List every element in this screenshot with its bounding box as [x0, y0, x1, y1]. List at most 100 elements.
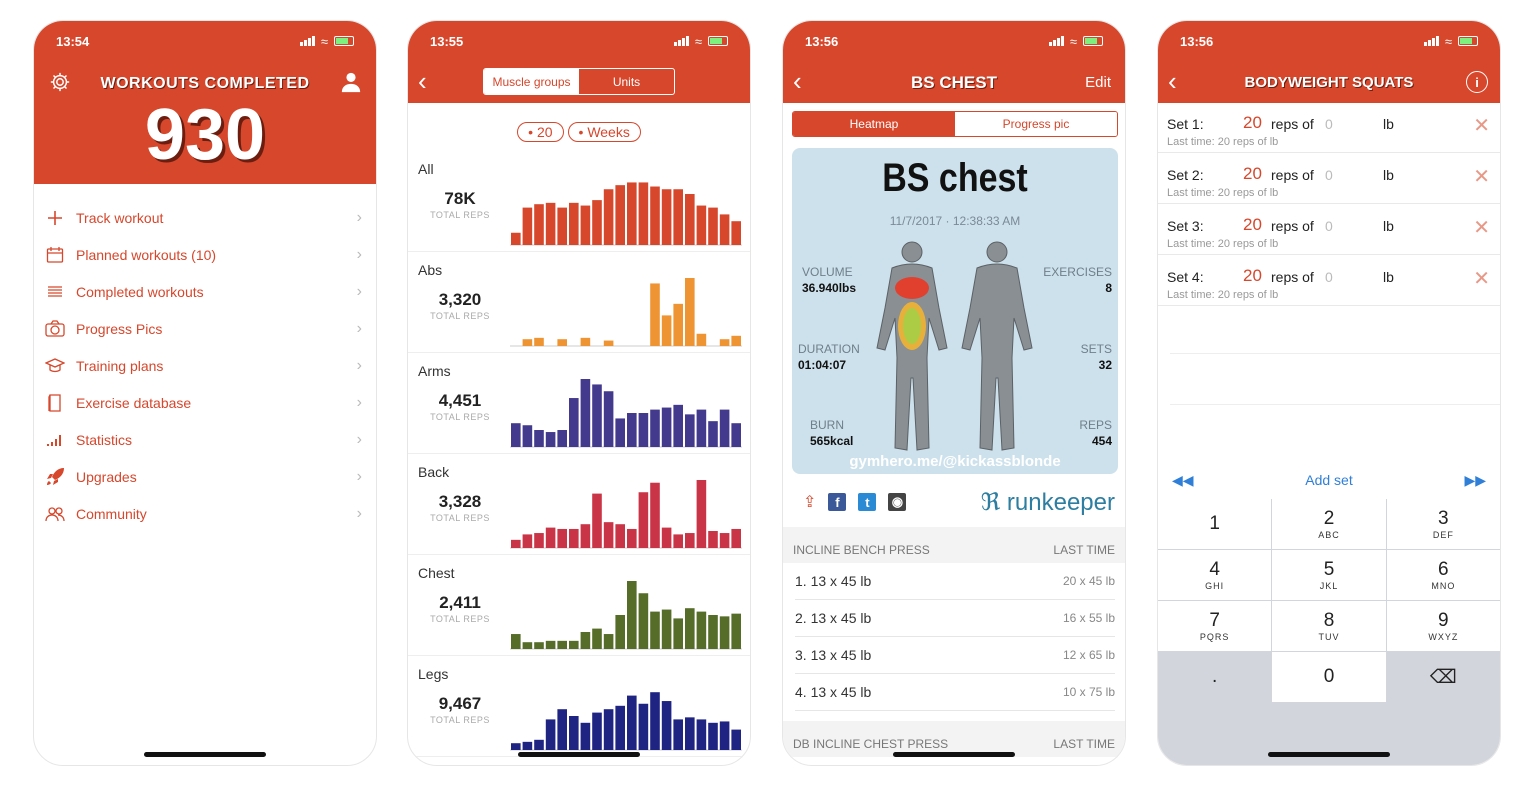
- delete-set-icon[interactable]: ✕: [1473, 113, 1490, 138]
- runkeeper-logo[interactable]: ℜ runkeeper: [981, 488, 1115, 517]
- muscle-group-name: Abs: [418, 262, 443, 278]
- home-indicator: [893, 752, 1015, 757]
- rewind-icon[interactable]: ◀◀: [1172, 472, 1194, 489]
- menu-item[interactable]: Completed workouts ›: [34, 273, 376, 310]
- total-reps-value: 78K: [444, 189, 476, 208]
- exercise-set-row[interactable]: 4. 13 x 45 lb 10 x 75 lb: [795, 674, 1115, 711]
- muscle-chart-row[interactable]: Back 3,328 TOTAL REPS: [408, 454, 750, 555]
- exercise-set-row[interactable]: 1. 13 x 45 lb 20 x 45 lb: [795, 563, 1115, 600]
- chart-bar: [673, 404, 683, 447]
- stat-duration: DURATION 01:04:07: [798, 342, 860, 372]
- section-header-incline-bench: INCLINE BENCH PRESS LAST TIME: [783, 527, 1125, 563]
- menu-item-label: Planned workouts (10): [76, 246, 217, 263]
- key-number: 1: [1209, 513, 1220, 534]
- keypad-key[interactable]: .: [1158, 652, 1272, 702]
- period-unit-pill[interactable]: • Weeks: [567, 122, 641, 142]
- muscle-chart-row[interactable]: Legs 9,467 TOTAL REPS: [408, 656, 750, 757]
- twitter-icon[interactable]: t: [858, 493, 877, 511]
- share-icon[interactable]: ⇪: [803, 492, 816, 512]
- status-icons: ≈: [1423, 34, 1478, 49]
- muscle-chart-row[interactable]: Arms 4,451 TOTAL REPS: [408, 353, 750, 454]
- chart-bar: [731, 335, 741, 346]
- tab-muscle-groups[interactable]: Muscle groups: [484, 69, 579, 94]
- chart-bar: [534, 204, 544, 245]
- menu-item[interactable]: Statistics ›: [34, 421, 376, 458]
- muscle-chart-row[interactable]: Abs 3,320 TOTAL REPS: [408, 252, 750, 353]
- tab-units[interactable]: Units: [579, 69, 674, 94]
- keypad-key[interactable]: 4 GHI: [1158, 550, 1272, 600]
- delete-set-icon[interactable]: ✕: [1473, 215, 1490, 240]
- keypad-key[interactable]: 8 TUV: [1272, 601, 1386, 651]
- chart-bar: [719, 339, 730, 346]
- back-chevron-icon[interactable]: ‹: [418, 68, 427, 94]
- menu-item[interactable]: Planned workouts (10) ›: [34, 236, 376, 273]
- keypad-key[interactable]: 1: [1158, 499, 1272, 549]
- muscle-chart-row[interactable]: Chest 2,411 TOTAL REPS: [408, 555, 750, 656]
- reps-input[interactable]: 20: [1243, 215, 1262, 235]
- menu-item[interactable]: Upgrades ›: [34, 458, 376, 495]
- backspace-key[interactable]: ⌫: [1386, 652, 1500, 702]
- period-count-pill[interactable]: • 20: [517, 122, 564, 142]
- keypad-key[interactable]: 6 MNO: [1386, 550, 1500, 600]
- battery-icon: [334, 36, 354, 46]
- exercise-set-row[interactable]: 3. 13 x 45 lb 12 x 65 lb: [795, 637, 1115, 674]
- chart-bar: [719, 409, 730, 447]
- chart-bar: [719, 616, 730, 649]
- muscle-group-name: Chest: [418, 565, 455, 581]
- set-label: Set 4:: [1167, 269, 1204, 285]
- menu-item-label: Community: [76, 505, 147, 522]
- delete-set-icon[interactable]: ✕: [1473, 266, 1490, 291]
- reps-input[interactable]: 20: [1243, 113, 1262, 133]
- chart-bar: [534, 430, 544, 447]
- reps-input[interactable]: 20: [1243, 266, 1262, 286]
- exercise-set-row[interactable]: 2. 13 x 45 lb 16 x 55 lb: [795, 600, 1115, 637]
- key-number: 4: [1209, 559, 1220, 580]
- keypad-key[interactable]: 5 JKL: [1272, 550, 1386, 600]
- menu-item[interactable]: Track workout ›: [34, 199, 376, 236]
- chart-bar: [615, 418, 625, 447]
- muscle-group-name: Arms: [418, 363, 451, 379]
- weight-input[interactable]: 0: [1325, 167, 1333, 183]
- reps-input[interactable]: 20: [1243, 164, 1262, 184]
- key-number: 2: [1323, 508, 1335, 529]
- menu-item[interactable]: Training plans ›: [34, 347, 376, 384]
- keypad-key[interactable]: 0: [1272, 652, 1386, 702]
- chart-bar: [627, 695, 637, 750]
- tab-progress-pic[interactable]: Progress pic: [955, 112, 1117, 136]
- menu-item[interactable]: Exercise database ›: [34, 384, 376, 421]
- keypad-key[interactable]: 3 DEF: [1386, 499, 1500, 549]
- chart-bar: [719, 721, 730, 750]
- info-icon[interactable]: i: [1466, 71, 1488, 93]
- weight-input[interactable]: 0: [1325, 116, 1333, 132]
- keypad-key[interactable]: 7 PQRS: [1158, 601, 1272, 651]
- edit-button[interactable]: Edit: [1085, 74, 1111, 91]
- stat-burn-value: 565kcal: [810, 434, 854, 448]
- facebook-icon[interactable]: f: [828, 493, 847, 511]
- keypad-key[interactable]: 9 WXYZ: [1386, 601, 1500, 651]
- home-indicator: [518, 752, 640, 757]
- delete-set-icon[interactable]: ✕: [1473, 164, 1490, 189]
- tab-heatmap[interactable]: Heatmap: [793, 112, 955, 136]
- last-time-value: 10 x 75 lb: [1062, 685, 1115, 699]
- add-set-button[interactable]: Add set: [1194, 472, 1465, 488]
- weight-unit: lb: [1383, 269, 1394, 285]
- stat-duration-value: 01:04:07: [798, 358, 847, 372]
- signal-icon: [1423, 36, 1439, 46]
- fast-forward-icon[interactable]: ▶▶: [1464, 472, 1486, 489]
- chevron-right-icon: ›: [356, 282, 362, 300]
- menu-item[interactable]: Community ›: [34, 495, 376, 532]
- keypad-key[interactable]: 2 ABC: [1272, 499, 1386, 549]
- chart-bar: [603, 391, 614, 447]
- weight-unit: lb: [1383, 218, 1394, 234]
- instagram-icon[interactable]: ◉: [888, 493, 907, 511]
- weight-input[interactable]: 0: [1325, 218, 1333, 234]
- weight-input[interactable]: 0: [1325, 269, 1333, 285]
- chart-bar: [685, 194, 695, 245]
- muscle-chart-row[interactable]: All 78K TOTAL REPS: [408, 151, 750, 252]
- wifi-icon: ≈: [694, 33, 702, 49]
- stat-volume-value: 36.940lbs: [802, 281, 857, 295]
- menu-item[interactable]: Progress Pics ›: [34, 310, 376, 347]
- total-reps-value: 4,451: [438, 391, 482, 410]
- chart-bar: [719, 533, 730, 548]
- key-letters: DEF: [1432, 530, 1454, 540]
